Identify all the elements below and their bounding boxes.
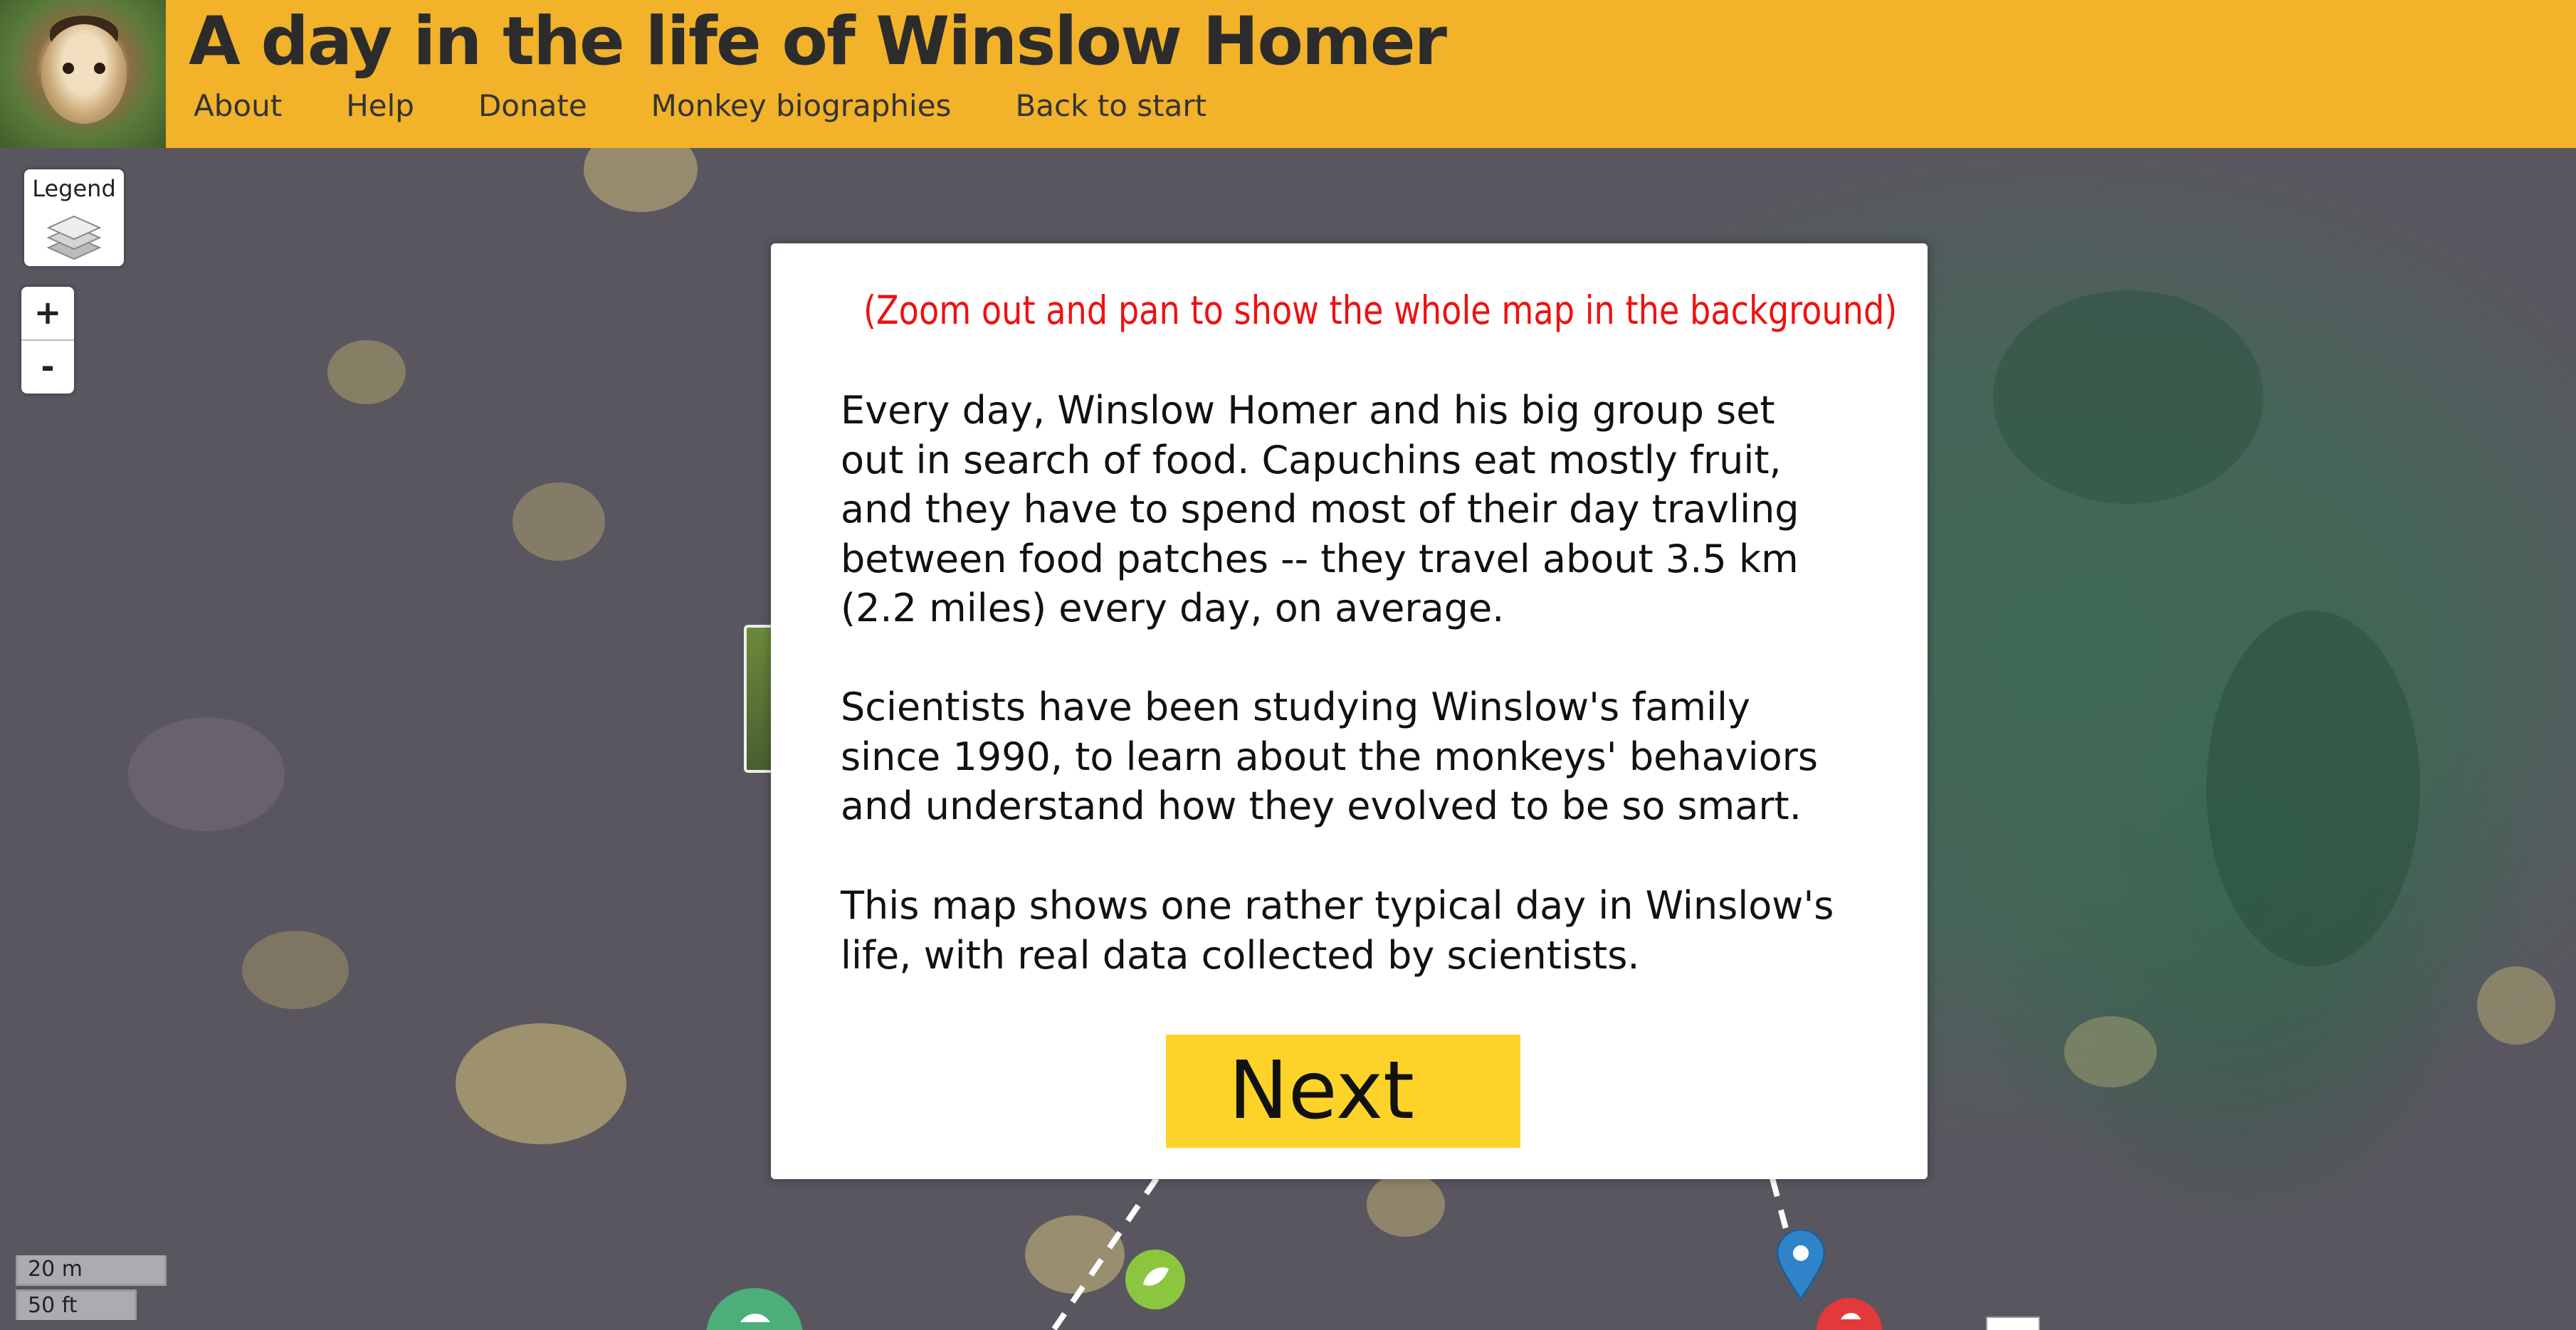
zoom-in-button[interactable]: + [21,287,74,341]
scale-bar-imperial: 50 ft [16,1289,137,1320]
zoom-out-button[interactable]: - [21,341,74,394]
nav-about-link[interactable]: About [194,88,282,131]
layers-icon [46,215,102,260]
page-title: A day in the life of Winslow Homer [189,3,1447,80]
next-button-label: Next [1229,1045,1414,1137]
nav-monkey-biographies-link[interactable]: Monkey biographies [651,88,952,131]
info-box-icon[interactable] [1986,1316,2040,1330]
zoom-control: + - [21,287,74,394]
encounter-icon[interactable] [1814,1295,1885,1330]
intro-paragraph-1: Every day, Winslow Homer and his big gro… [841,388,1799,630]
nav-back-to-start-link[interactable]: Back to start [1015,88,1206,131]
intro-paragraph-3: This map shows one rather typical day in… [841,883,1834,978]
zoom-instruction-note: (Zoom out and pan to show the whole map … [863,287,1898,333]
nav-help-link[interactable]: Help [346,88,414,131]
header-bar: A day in the life of Winslow Homer About… [0,0,2576,148]
intro-modal: (Zoom out and pan to show the whole map … [771,243,1928,1179]
monkey-logo[interactable] [0,0,166,148]
rest-spot-icon[interactable] [705,1287,804,1330]
legend-label: Legend [32,175,116,202]
scale-bar-metric: 20 m [16,1255,167,1286]
nav-menu: About Help Donate Monkey biographies Bac… [194,88,1271,131]
nav-donate-link[interactable]: Donate [478,88,587,131]
location-pin-icon[interactable] [1776,1230,1826,1301]
intro-paragraph-2: Scientists have been studying Winslow's … [841,685,1818,828]
next-button[interactable]: Next [1166,1035,1520,1148]
food-patch-icon[interactable] [1123,1247,1187,1311]
legend-control[interactable]: Legend [24,169,124,266]
